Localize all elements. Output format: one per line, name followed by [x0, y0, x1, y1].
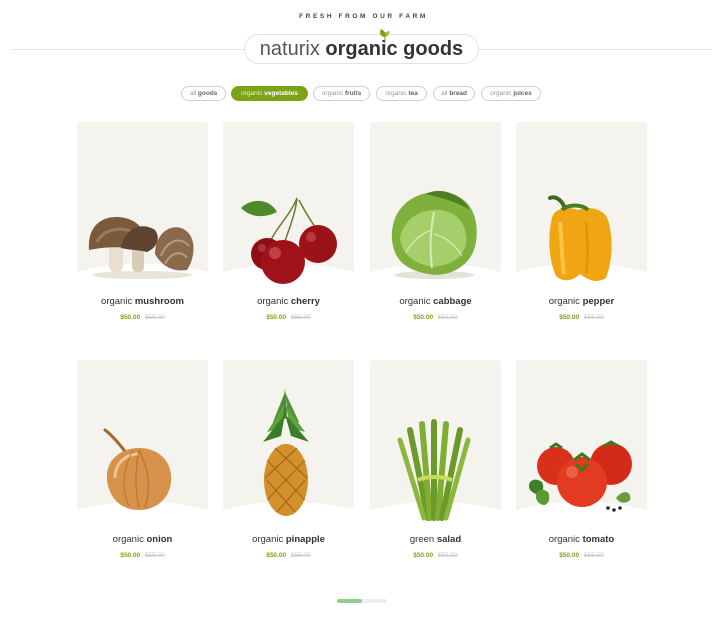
product-name[interactable]: green salad: [370, 534, 501, 545]
cherry-image: [223, 197, 354, 284]
current-price: $50.00: [120, 314, 141, 321]
filter-organic-tea[interactable]: organic tea: [376, 86, 427, 101]
pagination-bar[interactable]: [337, 599, 387, 603]
product-price: $50.00 $55.00: [370, 314, 501, 321]
product-name[interactable]: organic pepper: [516, 296, 647, 307]
filter-organic-juices[interactable]: organic juices: [481, 86, 541, 101]
asparagus-image: [370, 419, 501, 521]
current-price: $50.00: [120, 552, 141, 559]
old-price: $55.00: [437, 552, 458, 559]
mushroom-image: [77, 217, 208, 282]
old-price: $55.00: [437, 314, 458, 321]
filter-organic-fruits[interactable]: organic fruits: [313, 86, 370, 101]
current-price: $50.00: [559, 314, 580, 321]
page-title: naturix organic goods: [244, 34, 479, 64]
current-price: $50.00: [413, 314, 434, 321]
cabbage-image: [370, 190, 501, 282]
old-price: $55.00: [290, 552, 311, 559]
product-card-mushroom[interactable]: organic mushroom $50.00 $55.00: [77, 122, 208, 332]
product-price: $50.00 $55.00: [516, 552, 647, 559]
filter-all-bread[interactable]: all bread: [433, 86, 475, 101]
product-name[interactable]: organic tomato: [516, 534, 647, 545]
product-price: $50.00 $55.00: [370, 552, 501, 559]
title-light: naturix: [259, 38, 320, 60]
product-price: $50.00 $55.00: [223, 552, 354, 559]
current-price: $50.00: [559, 552, 580, 559]
filter-all-goods[interactable]: all goods: [181, 86, 226, 101]
product-card-tomato[interactable]: organic tomato $50.00 $55.00: [516, 360, 647, 560]
product-card-cherry[interactable]: organic cherry $50.00 $55.00: [223, 122, 354, 332]
category-filters: all goods organic vegetables organic fru…: [0, 86, 727, 101]
product-price: $50.00 $55.00: [77, 314, 208, 321]
pepper-image: [516, 195, 647, 282]
current-price: $50.00: [266, 314, 287, 321]
old-price: $55.00: [144, 552, 165, 559]
product-name[interactable]: organic onion: [77, 534, 208, 545]
onion-image: [77, 428, 208, 520]
product-card-onion[interactable]: organic onion $50.00 $55.00: [77, 360, 208, 560]
old-price: $55.00: [290, 314, 311, 321]
product-name[interactable]: organic cabbage: [370, 296, 501, 307]
filter-organic-vegetables[interactable]: organic vegetables: [231, 86, 308, 101]
current-price: $50.00: [266, 552, 287, 559]
product-card-pepper[interactable]: organic pepper $50.00 $55.00: [516, 122, 647, 332]
product-price: $50.00 $55.00: [516, 314, 647, 321]
product-card-salad[interactable]: green salad $50.00 $55.00: [370, 360, 501, 560]
old-price: $55.00: [583, 314, 604, 321]
leaf-icon: [380, 29, 390, 44]
product-name[interactable]: organic cherry: [223, 296, 354, 307]
old-price: $55.00: [583, 552, 604, 559]
pineapple-image: [223, 388, 354, 520]
product-card-cabbage[interactable]: organic cabbage $50.00 $55.00: [370, 122, 501, 332]
title-bold: organic goods: [325, 38, 464, 60]
product-card-pinapple[interactable]: organic pinapple $50.00 $55.00: [223, 360, 354, 560]
tomato-image: [516, 440, 647, 520]
product-price: $50.00 $55.00: [77, 552, 208, 559]
product-name[interactable]: organic mushroom: [77, 296, 208, 307]
product-price: $50.00 $55.00: [223, 314, 354, 321]
product-name[interactable]: organic pinapple: [223, 534, 354, 545]
pagination-progress: [337, 599, 362, 603]
eyebrow-text: FRESH FROM OUR FARM: [299, 13, 428, 20]
current-price: $50.00: [413, 552, 434, 559]
old-price: $55.00: [144, 314, 165, 321]
